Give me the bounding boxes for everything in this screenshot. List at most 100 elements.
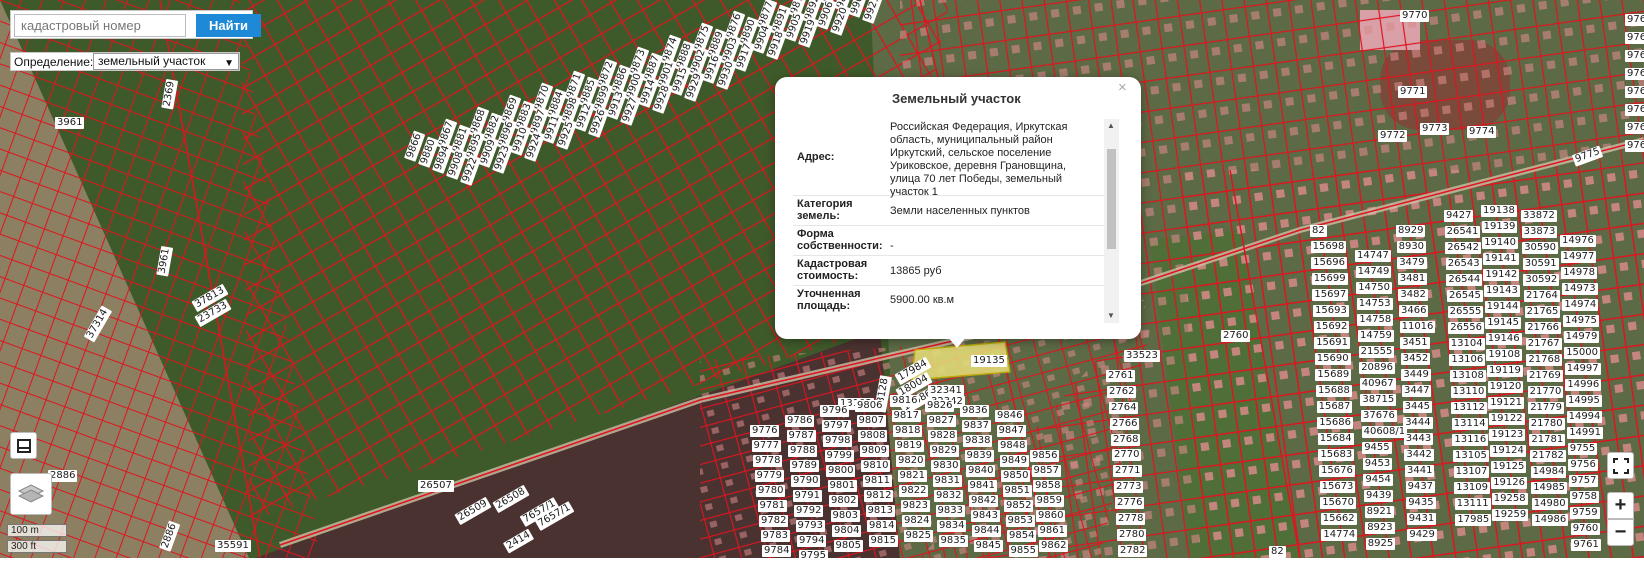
parcel-number-label: 14978 (1561, 267, 1597, 279)
parcel-number-label: 33873 (1521, 226, 1558, 238)
parcel-number-label: 9756 (1568, 459, 1598, 471)
parcel-number-label: 14747 (1355, 250, 1391, 262)
parcel-number-label: 9838 (963, 435, 993, 447)
parcel-number-label: 2771 (1113, 465, 1143, 477)
parcel-number-label: 9789 (789, 460, 819, 472)
parcel-number-label: 14976 (1560, 235, 1596, 247)
layers-button[interactable] (10, 473, 52, 515)
parcel-number-label: 9839 (964, 450, 994, 462)
parcel-number-label: 9439 (1364, 490, 1394, 502)
parcel-number-label: 9826 (925, 400, 955, 412)
parcel-number-label: 2886 (48, 470, 78, 482)
scale-imperial: 300 ft (7, 540, 67, 553)
parcel-number-label: 26545 (1447, 290, 1483, 302)
parcel-number-label: 9822 (899, 485, 929, 497)
parcel-number-label: 30590 (1522, 242, 1558, 254)
parcel-number-label: 13106 (1449, 354, 1486, 366)
parcel-number-label: 2762 (1107, 386, 1137, 398)
parcel-number-label: 9797 (821, 420, 851, 432)
parcel-number-label: 9847 (996, 425, 1026, 437)
parcel-number-label: 2778 (1116, 513, 1146, 525)
parcel-number-label: 9776 (750, 425, 780, 437)
layers-icon (17, 484, 45, 503)
parcel-number-label: 9803 (830, 510, 860, 522)
scroll-down-icon[interactable]: ▼ (1107, 311, 1115, 320)
definition-select[interactable]: земельный участок ▼ (93, 53, 239, 70)
parcel-number-label: 2764 (1109, 402, 1139, 414)
popup-title: Земельный участок (892, 91, 1021, 106)
parcel-number-label: 15688 (1316, 385, 1352, 397)
parcel-number-label: 15696 (1311, 257, 1347, 269)
row-value: Земли населенных пунктов (890, 205, 1030, 217)
parcel-number-label: 9849 (999, 455, 1029, 467)
parcel-number-label: 9771 (1398, 86, 1428, 98)
parcel-number-label: 9786 (785, 415, 815, 427)
parcel-number-label: 9790 (791, 475, 821, 487)
parcel-number-label: 30592 (1523, 274, 1560, 286)
parcel-number-label: 9791 (792, 490, 822, 502)
parcel-number-label: 82 (1269, 546, 1286, 558)
parcel-number-label: 2782 (1118, 545, 1148, 557)
zoom-out-button[interactable]: − (1607, 519, 1634, 546)
parcel-number-label: 9859 (1034, 495, 1064, 507)
parcel-number-label: 14991 (1567, 427, 1603, 439)
parcel-number-label: 8921 (1364, 506, 1395, 518)
parcel-number-label: 19145 (1485, 317, 1521, 329)
parcel-number-label: 14994 (1566, 411, 1603, 423)
parcel-number-label: 9427 (1444, 210, 1474, 222)
parcel-number-label: 14973 (1561, 283, 1598, 295)
parcel-number-label: 9793 (795, 520, 825, 532)
parcel-number-label: 9860 (1036, 510, 1066, 522)
cadastral-search-input[interactable] (14, 14, 186, 37)
parcel-number-label: 38715 (1360, 394, 1397, 406)
parcel-info-table[interactable]: Адрес: Российская Федерация, Иркутская о… (793, 119, 1123, 323)
parcel-number-label: 14980 (1531, 498, 1568, 510)
measure-button[interactable] (10, 432, 37, 459)
parcel-number-label: 3451 (1400, 337, 1430, 349)
parcel-number-label: 19135 (971, 355, 1007, 367)
zoom-in-button[interactable]: + (1607, 492, 1634, 519)
parcel-number-label: 19120 (1487, 381, 1524, 393)
parcel-number-label: 2760 (1221, 330, 1251, 342)
parcel-number-label: 14974 (1562, 299, 1599, 311)
parcel-number-label: 21766 (1525, 322, 1561, 334)
popup-scrollbar[interactable]: ▲ ▼ (1104, 119, 1119, 323)
parcel-number-label: 9856 (1030, 450, 1060, 462)
parcel-number-label: 3961 (55, 117, 85, 129)
scroll-up-icon[interactable]: ▲ (1107, 121, 1115, 130)
parcel-number-label: 26543 (1445, 258, 1482, 270)
parcel-number-label: 15670 (1320, 497, 1356, 509)
parcel-number-label: 40608/1 (1361, 426, 1408, 438)
scrollbar-thumb[interactable] (1107, 149, 1116, 249)
parcel-number-label: 9811 (862, 475, 892, 487)
scale-metric: 100 m (7, 524, 67, 537)
row-key: Адрес: (797, 151, 835, 163)
table-row: Форма собственности: - (793, 226, 1105, 256)
parcel-number-label: 9834 (937, 520, 967, 532)
find-button[interactable]: Найти (196, 14, 261, 37)
parcel-number-label: 9818 (893, 425, 923, 437)
parcel-number-label: 9854 (1007, 530, 1037, 542)
parcel-number-label: 2776 (1115, 497, 1145, 509)
parcel-number-label: 9843 (970, 510, 1000, 522)
fullscreen-button[interactable] (1607, 452, 1634, 479)
parcel-number-label: 9837 (961, 420, 991, 432)
parcel-number-label: 3481 (1397, 273, 1428, 285)
parcel-number-label: 33872 (1521, 210, 1557, 222)
close-icon[interactable]: × (1118, 79, 1127, 96)
parcel-number-label: 15693 (1313, 305, 1349, 317)
parcel-number-label: 14977 (1560, 251, 1597, 263)
parcel-number-label: 9817 (891, 410, 921, 422)
parcel-number-label: 19122 (1488, 413, 1525, 425)
parcel-number-label: 13111 (1454, 498, 1491, 510)
parcel-number-label: 9453 (1362, 458, 1393, 470)
parcel-number-label: 3444 (1403, 417, 1433, 429)
parcel-number-label: 9846 (995, 410, 1025, 422)
parcel-number-label: 9795 (798, 550, 828, 558)
definition-selected-value: земельный участок (98, 54, 206, 68)
parcel-number-label: 9858 (1033, 480, 1063, 492)
parcel-number-label: 9861 (1037, 525, 1067, 537)
parcel-number-label: 15684 (1317, 433, 1354, 445)
parcel-number-label: 9764 (1625, 50, 1644, 62)
parcel-number-label: 14984 (1530, 466, 1567, 478)
